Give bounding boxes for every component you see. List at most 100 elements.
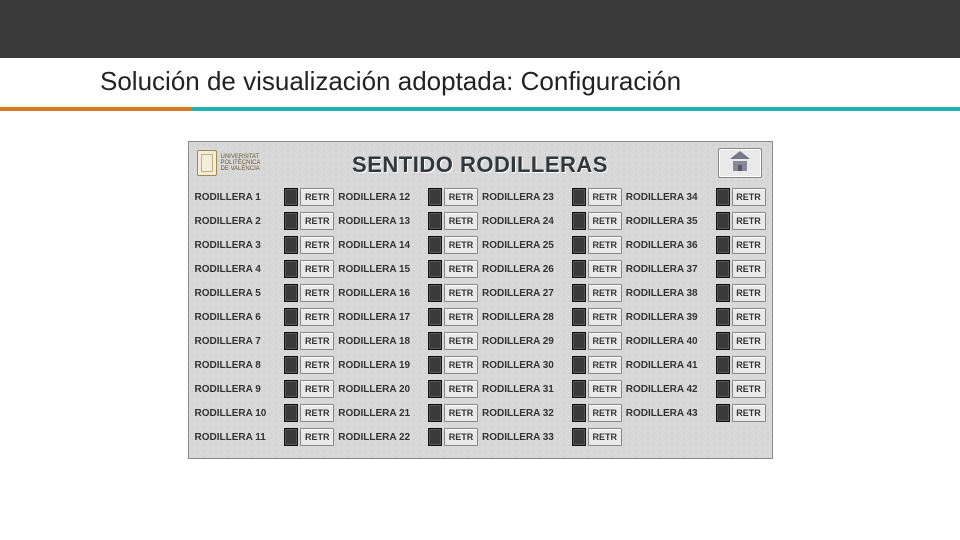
status-lamp [428,380,442,398]
rodillera-label: RODILLERA 41 [626,360,714,371]
status-lamp [428,212,442,230]
rodillera-row: RODILLERA 10 RETR [195,402,335,424]
retr-button[interactable]: RETR [444,380,478,398]
home-icon [730,155,750,171]
retr-button[interactable]: RETR [732,284,766,302]
status-lamp [428,356,442,374]
retr-button[interactable]: RETR [588,356,622,374]
rodillera-label: RODILLERA 42 [626,384,714,395]
status-lamp [716,404,730,422]
retr-button[interactable]: RETR [732,188,766,206]
rodillera-row: RODILLERA 21RETR [338,402,478,424]
retr-button[interactable]: RETR [588,308,622,326]
rodillera-row: RODILLERA 5 RETR [195,282,335,304]
retr-button[interactable]: RETR [732,212,766,230]
home-button[interactable] [718,148,762,178]
retr-button[interactable]: RETR [300,284,334,302]
retr-button[interactable]: RETR [588,380,622,398]
rodillera-label: RODILLERA 5 [195,288,283,299]
retr-button[interactable]: RETR [444,404,478,422]
rodillera-label: RODILLERA 8 [195,360,283,371]
status-lamp [428,308,442,326]
status-lamp [572,308,586,326]
rodillera-label: RODILLERA 32 [482,408,570,419]
rodillera-row: RODILLERA 25RETR [482,234,622,256]
rodillera-row: RODILLERA 26RETR [482,258,622,280]
retr-button[interactable]: RETR [588,260,622,278]
retr-button[interactable]: RETR [300,236,334,254]
rodillera-row: RODILLERA 33RETR [482,426,622,448]
retr-button[interactable]: RETR [732,332,766,350]
rodillera-row: RODILLERA 36RETR [626,234,766,256]
retr-button[interactable]: RETR [732,404,766,422]
status-lamp [428,188,442,206]
rodillera-label: RODILLERA 37 [626,264,714,275]
rodillera-row: RODILLERA 9 RETR [195,378,335,400]
retr-button[interactable]: RETR [444,188,478,206]
rodillera-row: RODILLERA 40RETR [626,330,766,352]
retr-button[interactable]: RETR [732,308,766,326]
rodillera-row: RODILLERA 37 RETR [626,258,766,280]
retr-button[interactable]: RETR [444,236,478,254]
retr-button[interactable]: RETR [732,380,766,398]
retr-button[interactable]: RETR [300,332,334,350]
retr-button[interactable]: RETR [732,356,766,374]
status-lamp [716,260,730,278]
retr-button[interactable]: RETR [300,428,334,446]
retr-button[interactable]: RETR [300,356,334,374]
rodillera-label: RODILLERA 10 [195,408,283,419]
retr-button[interactable]: RETR [300,260,334,278]
retr-button[interactable]: RETR [444,428,478,446]
retr-button[interactable]: RETR [588,212,622,230]
hmi-panel: UNIVERSITAT POLITÈCNICA DE VALÈNCIA SENT… [188,141,773,459]
rodillera-label: RODILLERA 9 [195,384,283,395]
rodillera-label: RODILLERA 2 [195,216,283,227]
rodillera-row: RODILLERA 2 RETR [195,210,335,232]
rodillera-column: RODILLERA 23RETRRODILLERA 24RETRRODILLER… [482,186,622,448]
retr-button[interactable]: RETR [444,284,478,302]
retr-button[interactable]: RETR [732,236,766,254]
retr-button[interactable]: RETR [444,212,478,230]
rodillera-label: RODILLERA 15 [338,264,426,275]
status-lamp [284,308,298,326]
hmi-title: SENTIDO RODILLERAS [352,152,608,178]
rodillera-row: RODILLERA 39 RETR [626,306,766,328]
retr-button[interactable]: RETR [588,404,622,422]
status-lamp [716,308,730,326]
retr-button[interactable]: RETR [300,404,334,422]
retr-button[interactable]: RETR [300,188,334,206]
rodillera-label: RODILLERA 19 [338,360,426,371]
rodillera-row: RODILLERA 13RETR [338,210,478,232]
retr-button[interactable]: RETR [444,332,478,350]
rodillera-row: RODILLERA 27RETR [482,282,622,304]
rodillera-label: RODILLERA 39 [626,312,714,323]
retr-button[interactable]: RETR [588,236,622,254]
retr-button[interactable]: RETR [588,428,622,446]
rodillera-row: RODILLERA 14RETR [338,234,478,256]
status-lamp [428,404,442,422]
rodillera-label: RODILLERA 30 [482,360,570,371]
slide-top-dark-bar [0,0,960,58]
rodillera-label: RODILLERA 16 [338,288,426,299]
rodillera-label: RODILLERA 35 [626,216,714,227]
rodillera-label: RODILLERA 1 [195,192,283,203]
rodillera-label: RODILLERA 3 [195,240,283,251]
retr-button[interactable]: RETR [444,356,478,374]
status-lamp [284,188,298,206]
retr-button[interactable]: RETR [300,308,334,326]
retr-button[interactable]: RETR [588,332,622,350]
rodillera-row: RODILLERA 22RETR [338,426,478,448]
retr-button[interactable]: RETR [300,212,334,230]
retr-button[interactable]: RETR [588,284,622,302]
retr-button[interactable]: RETR [732,260,766,278]
rodillera-label: RODILLERA 28 [482,312,570,323]
rodillera-label: RODILLERA 12 [338,192,426,203]
rodillera-row: RODILLERA 18RETR [338,330,478,352]
rodillera-row: RODILLERA 41 RETR [626,354,766,376]
retr-button[interactable]: RETR [588,188,622,206]
rodillera-row: RODILLERA 34RETR [626,186,766,208]
retr-button[interactable]: RETR [300,380,334,398]
retr-button[interactable]: RETR [444,308,478,326]
rodillera-label: RODILLERA 11 [195,432,283,443]
retr-button[interactable]: RETR [444,260,478,278]
